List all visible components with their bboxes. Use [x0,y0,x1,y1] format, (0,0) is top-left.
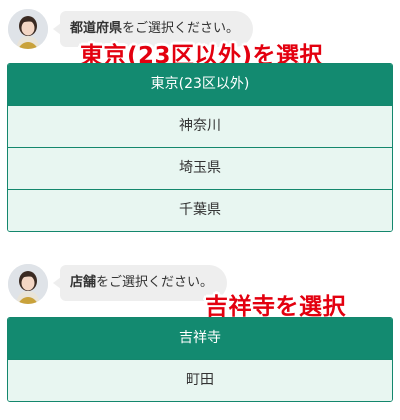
prompt-bubble: 店舗をご選択ください。 [52,265,228,301]
option-kichijoji[interactable]: 吉祥寺 [8,318,392,359]
option-tokyo[interactable]: 東京(23区以外) [8,64,392,105]
option-saitama[interactable]: 埼玉県 [8,147,392,189]
option-machida[interactable]: 町田 [8,359,392,401]
operator-avatar-icon [8,9,48,49]
prompt-bold: 都道府県 [70,21,123,36]
option-kanagawa[interactable]: 神奈川 [8,105,392,147]
store-options: 吉祥寺 町田 [7,317,393,402]
prompt-bold: 店舗 [70,275,97,290]
operator-avatar-icon [8,264,48,304]
prompt-text: をご選択ください。 [122,21,240,36]
option-chiba[interactable]: 千葉県 [8,189,392,231]
prompt-text: をご選択ください。 [96,275,214,290]
prefecture-options: 東京(23区以外) 神奈川 埼玉県 千葉県 [7,63,393,232]
annotation-label: 吉祥寺を選択 [205,294,346,320]
